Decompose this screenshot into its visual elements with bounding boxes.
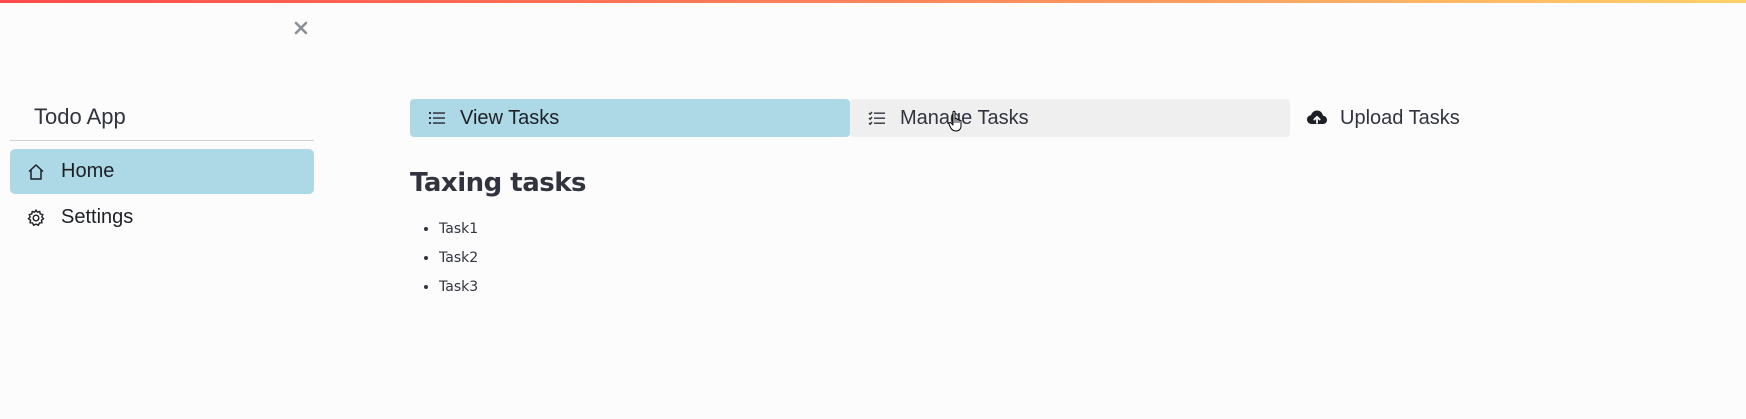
sidebar-item-settings[interactable]: Settings xyxy=(10,195,314,240)
tab-bar: View Tasks Manage Tasks Upload Tasks xyxy=(410,99,1730,137)
sidebar-item-home[interactable]: Home xyxy=(10,149,314,194)
list-item: Task2 xyxy=(439,247,586,276)
tab-content: Taxing tasks Task1 Task2 Task3 xyxy=(410,168,587,305)
task-list: Task1 Task2 Task3 xyxy=(410,218,586,305)
list-icon xyxy=(426,107,448,129)
gear-icon xyxy=(25,207,47,229)
tab-manage-tasks[interactable]: Manage Tasks xyxy=(850,99,1290,137)
tab-view-tasks[interactable]: View Tasks xyxy=(410,99,850,137)
tab-label: Manage Tasks xyxy=(900,106,1029,129)
section-heading: Taxing tasks xyxy=(410,168,587,198)
sidebar-item-label: Settings xyxy=(61,206,134,228)
sidebar: Todo App Home Settings xyxy=(10,96,314,241)
list-item: Task1 xyxy=(439,218,586,247)
home-icon xyxy=(25,161,47,183)
sidebar-close-button[interactable] xyxy=(290,19,312,41)
tab-label: View Tasks xyxy=(460,106,560,129)
close-icon xyxy=(293,20,309,41)
top-decoration-bar xyxy=(0,0,1746,3)
tab-upload-tasks[interactable]: Upload Tasks xyxy=(1290,99,1730,137)
sidebar-item-label: Home xyxy=(61,160,115,182)
app-title: Todo App xyxy=(10,96,314,141)
checklist-icon xyxy=(866,107,888,129)
cloud-upload-icon xyxy=(1306,107,1328,129)
tab-label: Upload Tasks xyxy=(1340,106,1460,129)
list-item: Task3 xyxy=(439,276,586,305)
